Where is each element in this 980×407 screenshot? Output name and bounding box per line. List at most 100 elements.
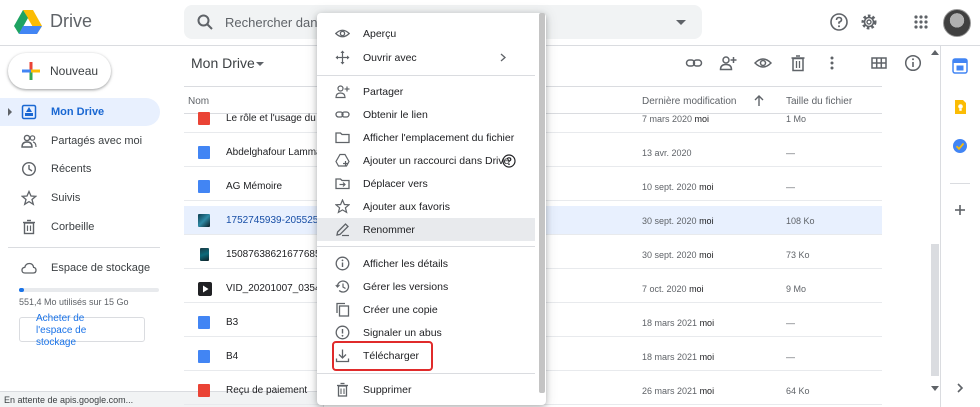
eye-icon	[335, 29, 350, 38]
pencil-icon	[336, 223, 349, 237]
menu-item-label: Afficher les détails	[363, 258, 449, 270]
file-modified: 18 mars 2021 moi	[642, 352, 715, 362]
tasks-icon[interactable]	[952, 138, 968, 154]
scrollbar-thumb[interactable]	[931, 244, 939, 376]
link-icon[interactable]	[685, 54, 703, 72]
menu-item-label: Obtenir le lien	[363, 109, 428, 121]
menu-item-open-with[interactable]: Ouvrir avec	[317, 46, 535, 69]
grid-view-icon[interactable]	[870, 54, 888, 72]
more-vert-icon[interactable]	[823, 54, 841, 72]
info-icon[interactable]	[904, 54, 922, 72]
image-file-icon	[200, 248, 209, 261]
sidebar-item-trash[interactable]: Corbeille	[0, 213, 160, 241]
star-icon	[335, 199, 350, 214]
menu-item-rename[interactable]: Renommer	[317, 218, 535, 241]
person-add-icon[interactable]	[719, 54, 737, 72]
scroll-down-arrow-icon[interactable]	[931, 386, 939, 391]
buy-storage-button[interactable]: Acheter de l'espace de stockage	[19, 313, 145, 348]
menu-item-move-to[interactable]: Déplacer vers	[317, 172, 535, 195]
sidebar-item-shared[interactable]: Partagés avec moi	[0, 127, 160, 155]
file-name: AG Mémoire	[226, 181, 283, 192]
search-icon[interactable]	[196, 13, 214, 31]
file-modified: 30 sept. 2020 moi	[642, 250, 714, 260]
cloud-icon	[21, 262, 37, 274]
file-name: Reçu de paiement	[226, 385, 308, 396]
sidebar-item-label: Suivis	[51, 192, 81, 204]
menu-item-add-shortcut[interactable]: Ajouter un raccourci dans Drive	[317, 149, 535, 172]
menu-item-label: Partager	[363, 86, 404, 98]
video-file-icon	[198, 282, 212, 296]
eye-icon[interactable]	[754, 54, 772, 72]
doc-file-icon	[198, 316, 210, 329]
image-file-icon	[198, 214, 210, 227]
file-size: —	[786, 148, 795, 158]
move-to-icon	[335, 178, 350, 190]
storage-label: Espace de stockage	[51, 262, 151, 274]
plus-icon	[22, 62, 40, 80]
chevron-right-icon	[500, 53, 506, 62]
sidebar-item-my-drive[interactable]: Mon Drive	[0, 98, 160, 126]
avatar[interactable]	[943, 9, 971, 37]
drive-shortcut-icon	[335, 153, 350, 167]
side-panel-divider	[950, 183, 970, 184]
breadcrumb-dropdown-icon[interactable]	[256, 62, 264, 66]
search-options-icon[interactable]	[676, 20, 686, 25]
context-menu-scrollbar[interactable]	[539, 13, 545, 393]
gear-icon[interactable]	[859, 12, 879, 32]
doc-file-icon	[198, 180, 210, 193]
storage-progress-bar	[19, 288, 159, 292]
menu-item-delete[interactable]: Supprimer	[317, 378, 535, 401]
menu-item-label: Créer une copie	[363, 304, 438, 316]
sidebar-item-label: Mon Drive	[51, 106, 105, 118]
sidebar-divider	[8, 247, 160, 248]
history-icon	[335, 280, 350, 293]
person-add-icon	[335, 85, 350, 99]
trash-icon[interactable]	[789, 54, 807, 72]
menu-item-add-star[interactable]: Ajouter aux favoris	[317, 195, 535, 218]
sidebar-item-recent[interactable]: Récents	[0, 155, 160, 183]
sidebar-item-storage[interactable]: Espace de stockage	[0, 254, 160, 282]
menu-item-share[interactable]: Partager	[317, 80, 535, 103]
help-icon[interactable]	[502, 154, 516, 168]
apps-grid-icon[interactable]	[911, 12, 931, 32]
menu-item-copy[interactable]: Créer une copie	[317, 298, 535, 321]
menu-item-versions[interactable]: Gérer les versions	[317, 275, 535, 298]
file-modified: 13 avr. 2020	[642, 148, 692, 158]
trash-icon	[337, 382, 348, 397]
info-icon	[335, 256, 350, 271]
pdf-file-icon	[198, 112, 210, 125]
menu-item-show-location[interactable]: Afficher l'emplacement du fichier	[317, 126, 535, 149]
help-icon[interactable]	[829, 12, 849, 32]
menu-item-label: Ajouter aux favoris	[363, 201, 450, 213]
menu-item-label: Signaler un abus	[363, 327, 442, 339]
sidebar-item-starred[interactable]: Suivis	[0, 184, 160, 212]
chevron-right-icon[interactable]	[954, 382, 966, 394]
scroll-up-arrow-icon[interactable]	[931, 50, 939, 55]
folder-icon	[335, 132, 350, 144]
breadcrumb[interactable]: Mon Drive	[191, 55, 255, 71]
menu-item-preview[interactable]: Aperçu	[317, 22, 535, 45]
menu-separator	[317, 75, 535, 76]
pdf-file-icon	[198, 384, 210, 397]
file-name: 1752745939-2055258	[226, 215, 321, 226]
add-addon-icon[interactable]	[952, 202, 968, 218]
file-name: VID_20201007_03541	[226, 283, 321, 294]
new-button-label: Nouveau	[50, 64, 99, 78]
keep-icon[interactable]	[952, 99, 968, 115]
drive-logo-icon[interactable]	[14, 9, 42, 35]
menu-item-label: Afficher l'emplacement du fichier	[363, 132, 515, 144]
report-icon	[335, 325, 350, 340]
file-modified: 7 mars 2020 moi	[642, 114, 710, 124]
new-button[interactable]: Nouveau	[8, 53, 111, 89]
doc-file-icon	[198, 350, 210, 363]
shared-icon	[21, 134, 37, 148]
file-modified: 10 sept. 2020 moi	[642, 182, 714, 192]
link-icon	[335, 111, 350, 118]
sidebar-item-label: Récents	[51, 163, 92, 175]
sidebar-item-label: Partagés avec moi	[51, 135, 143, 147]
menu-item-label: Supprimer	[363, 384, 412, 396]
calendar-icon[interactable]	[952, 58, 968, 74]
menu-item-get-link[interactable]: Obtenir le lien	[317, 103, 535, 126]
menu-item-details[interactable]: Afficher les détails	[317, 252, 535, 275]
expand-arrow-icon[interactable]	[8, 108, 12, 116]
